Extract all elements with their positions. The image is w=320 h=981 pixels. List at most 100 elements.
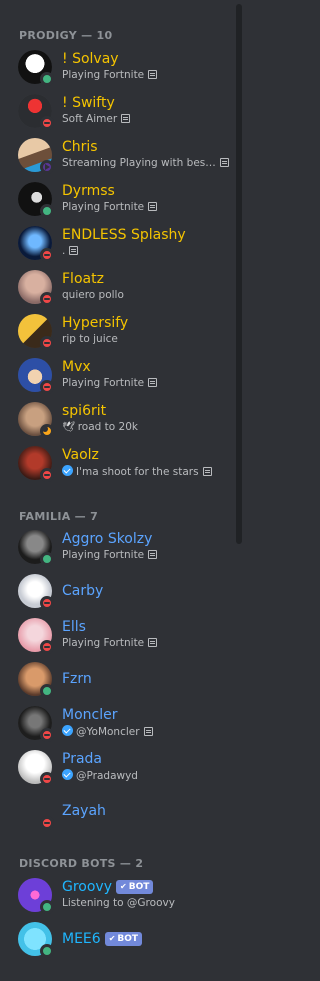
member-name: Floatz	[62, 271, 104, 287]
avatar[interactable]	[18, 270, 54, 306]
member-groovy[interactable]: Groovy ✔ BOT Listening to @Groovy	[10, 874, 236, 916]
avatar[interactable]	[18, 794, 54, 830]
avatar[interactable]	[18, 878, 54, 914]
group-header-familia: FAMILIA — 7	[19, 510, 99, 523]
avatar[interactable]	[18, 138, 54, 174]
avatar[interactable]	[18, 182, 54, 218]
member-name: Carby	[62, 583, 104, 599]
rich-presence-icon	[148, 202, 158, 211]
member-dyrmss[interactable]: Dyrmss Playing Fortnite	[10, 178, 236, 220]
avatar[interactable]	[18, 750, 54, 786]
member-moncler[interactable]: Moncler @YoMoncler	[10, 702, 236, 744]
member-activity: 🕊 road to 20k	[62, 421, 138, 433]
rich-presence-icon	[69, 246, 79, 255]
member-hypersify[interactable]: Hypersify rip to juice	[10, 310, 236, 352]
member-activity: I'ma shoot for the stars	[62, 465, 212, 479]
rich-presence-icon	[148, 638, 158, 647]
avatar[interactable]	[18, 446, 54, 482]
member-zayah[interactable]: Zayah	[10, 790, 236, 832]
online-status-icon	[40, 900, 54, 914]
member-mvx[interactable]: Mvx Playing Fortnite	[10, 354, 236, 396]
member-activity: Playing Fortnite	[62, 377, 158, 390]
member-list-scrollbar[interactable]	[236, 4, 242, 544]
group-header-prodigy: PRODIGY — 10	[19, 29, 113, 42]
member-activity: Listening to @Groovy	[62, 897, 175, 909]
rich-presence-icon	[143, 727, 153, 736]
dnd-status-icon	[40, 468, 54, 482]
avatar[interactable]	[18, 706, 54, 742]
rich-presence-icon	[148, 550, 158, 559]
dnd-status-icon	[40, 596, 54, 610]
member-activity: Playing Fortnite	[62, 637, 158, 650]
member-name: ! Swifty	[62, 95, 115, 111]
member-name: Groovy ✔ BOT	[62, 878, 154, 896]
dnd-status-icon	[40, 816, 54, 830]
member-name: Vaolz	[62, 447, 99, 463]
bot-tag: ✔ BOT	[116, 880, 154, 894]
member-carby[interactable]: Carby	[10, 570, 236, 612]
member-solvay[interactable]: ! Solvay Playing Fortnite	[10, 46, 236, 88]
member-mee6[interactable]: MEE6 ✔ BOT	[10, 918, 236, 960]
member-name: Fzrn	[62, 671, 92, 687]
member-vaolz[interactable]: Vaolz I'ma shoot for the stars	[10, 442, 236, 484]
avatar[interactable]	[18, 358, 54, 394]
verified-check-icon	[62, 725, 73, 736]
member-chris[interactable]: Chris Streaming Playing with bes…	[10, 134, 236, 176]
rich-presence-icon	[219, 158, 229, 167]
dnd-status-icon	[40, 772, 54, 786]
member-activity: Playing Fortnite	[62, 69, 158, 82]
dnd-status-icon	[40, 336, 54, 350]
idle-status-icon	[40, 424, 54, 438]
avatar[interactable]	[18, 662, 54, 698]
check-icon: ✔	[108, 934, 116, 943]
dnd-status-icon	[40, 380, 54, 394]
dnd-status-icon	[40, 728, 54, 742]
avatar[interactable]	[18, 94, 54, 130]
member-floatz[interactable]: Floatz quiero pollo	[10, 266, 236, 308]
verified-check-icon	[62, 465, 73, 476]
member-fzrn[interactable]: Fzrn	[10, 658, 236, 700]
dnd-status-icon	[40, 292, 54, 306]
member-prada[interactable]: Prada @Pradawyd	[10, 746, 236, 788]
member-activity: quiero pollo	[62, 289, 124, 301]
group-header-discord-bots: DISCORD BOTS — 2	[19, 857, 144, 870]
dove-emoji-icon: 🕊	[62, 422, 75, 433]
member-name: ENDLESS Splashy	[62, 227, 186, 243]
member-name: Prada	[62, 751, 102, 767]
member-activity: @YoMoncler	[62, 725, 153, 739]
streaming-status-icon	[40, 160, 54, 174]
member-name: Moncler	[62, 707, 118, 723]
member-name: Aggro Skolzy	[62, 531, 153, 547]
member-activity: Soft Aimer	[62, 113, 131, 126]
member-swifty[interactable]: ! Swifty Soft Aimer	[10, 90, 236, 132]
member-name: Ells	[62, 619, 86, 635]
member-activity: @Pradawyd	[62, 769, 138, 783]
online-status-icon	[40, 552, 54, 566]
dnd-status-icon	[40, 248, 54, 262]
avatar[interactable]	[18, 314, 54, 350]
avatar[interactable]	[18, 618, 54, 654]
avatar[interactable]	[18, 402, 54, 438]
member-activity: Playing Fortnite	[62, 201, 158, 214]
member-endless-splashy[interactable]: ENDLESS Splashy .	[10, 222, 236, 264]
check-icon: ✔	[120, 882, 127, 891]
online-status-icon	[40, 684, 54, 698]
member-ells[interactable]: Ells Playing Fortnite	[10, 614, 236, 656]
member-name: Chris	[62, 139, 98, 155]
online-status-icon	[40, 72, 54, 86]
member-name: spi6rit	[62, 403, 107, 419]
online-status-icon	[40, 204, 54, 218]
online-status-icon	[40, 944, 54, 958]
avatar[interactable]	[18, 226, 54, 262]
member-aggro-skolzy[interactable]: Aggro Skolzy Playing Fortnite	[10, 526, 236, 568]
member-spi6rit[interactable]: spi6rit 🕊 road to 20k	[10, 398, 236, 440]
avatar[interactable]	[18, 50, 54, 86]
avatar[interactable]	[18, 922, 54, 958]
dnd-status-icon	[40, 640, 54, 654]
member-name: Hypersify	[62, 315, 129, 331]
avatar[interactable]	[18, 530, 54, 566]
rich-presence-icon	[202, 467, 212, 476]
member-activity: Playing Fortnite	[62, 549, 158, 562]
rich-presence-icon	[121, 114, 131, 123]
avatar[interactable]	[18, 574, 54, 610]
